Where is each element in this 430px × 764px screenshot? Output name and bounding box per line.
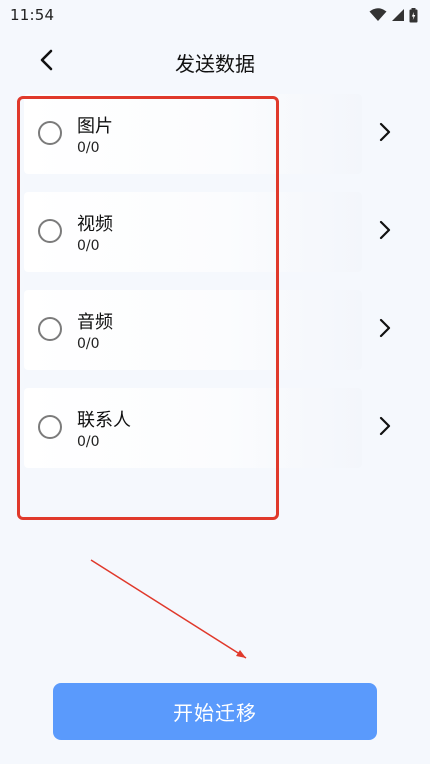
contacts-open-button[interactable] (374, 414, 396, 442)
photos-open-button[interactable] (374, 120, 396, 148)
audio-open-button[interactable] (374, 316, 396, 344)
screen: 11:54 发送数据 图片 0/0 视频 0/0 音频 0/0 联系人 0/0 … (0, 0, 430, 764)
status-bar: 11:54 (0, 0, 430, 30)
chevron-right-icon (379, 122, 391, 146)
status-icons (369, 7, 418, 23)
chevron-right-icon (379, 416, 391, 440)
chevron-right-icon (379, 318, 391, 342)
battery-icon (409, 7, 418, 23)
annotation-highlight-box (17, 96, 279, 520)
status-time: 11:54 (10, 6, 55, 24)
chevron-right-icon (379, 220, 391, 244)
start-migration-button[interactable]: 开始迁移 (53, 683, 377, 740)
header: 发送数据 (0, 40, 430, 84)
videos-open-button[interactable] (374, 218, 396, 246)
page-title: 发送数据 (175, 52, 255, 76)
signal-icon (391, 8, 405, 22)
wifi-icon (369, 8, 387, 22)
